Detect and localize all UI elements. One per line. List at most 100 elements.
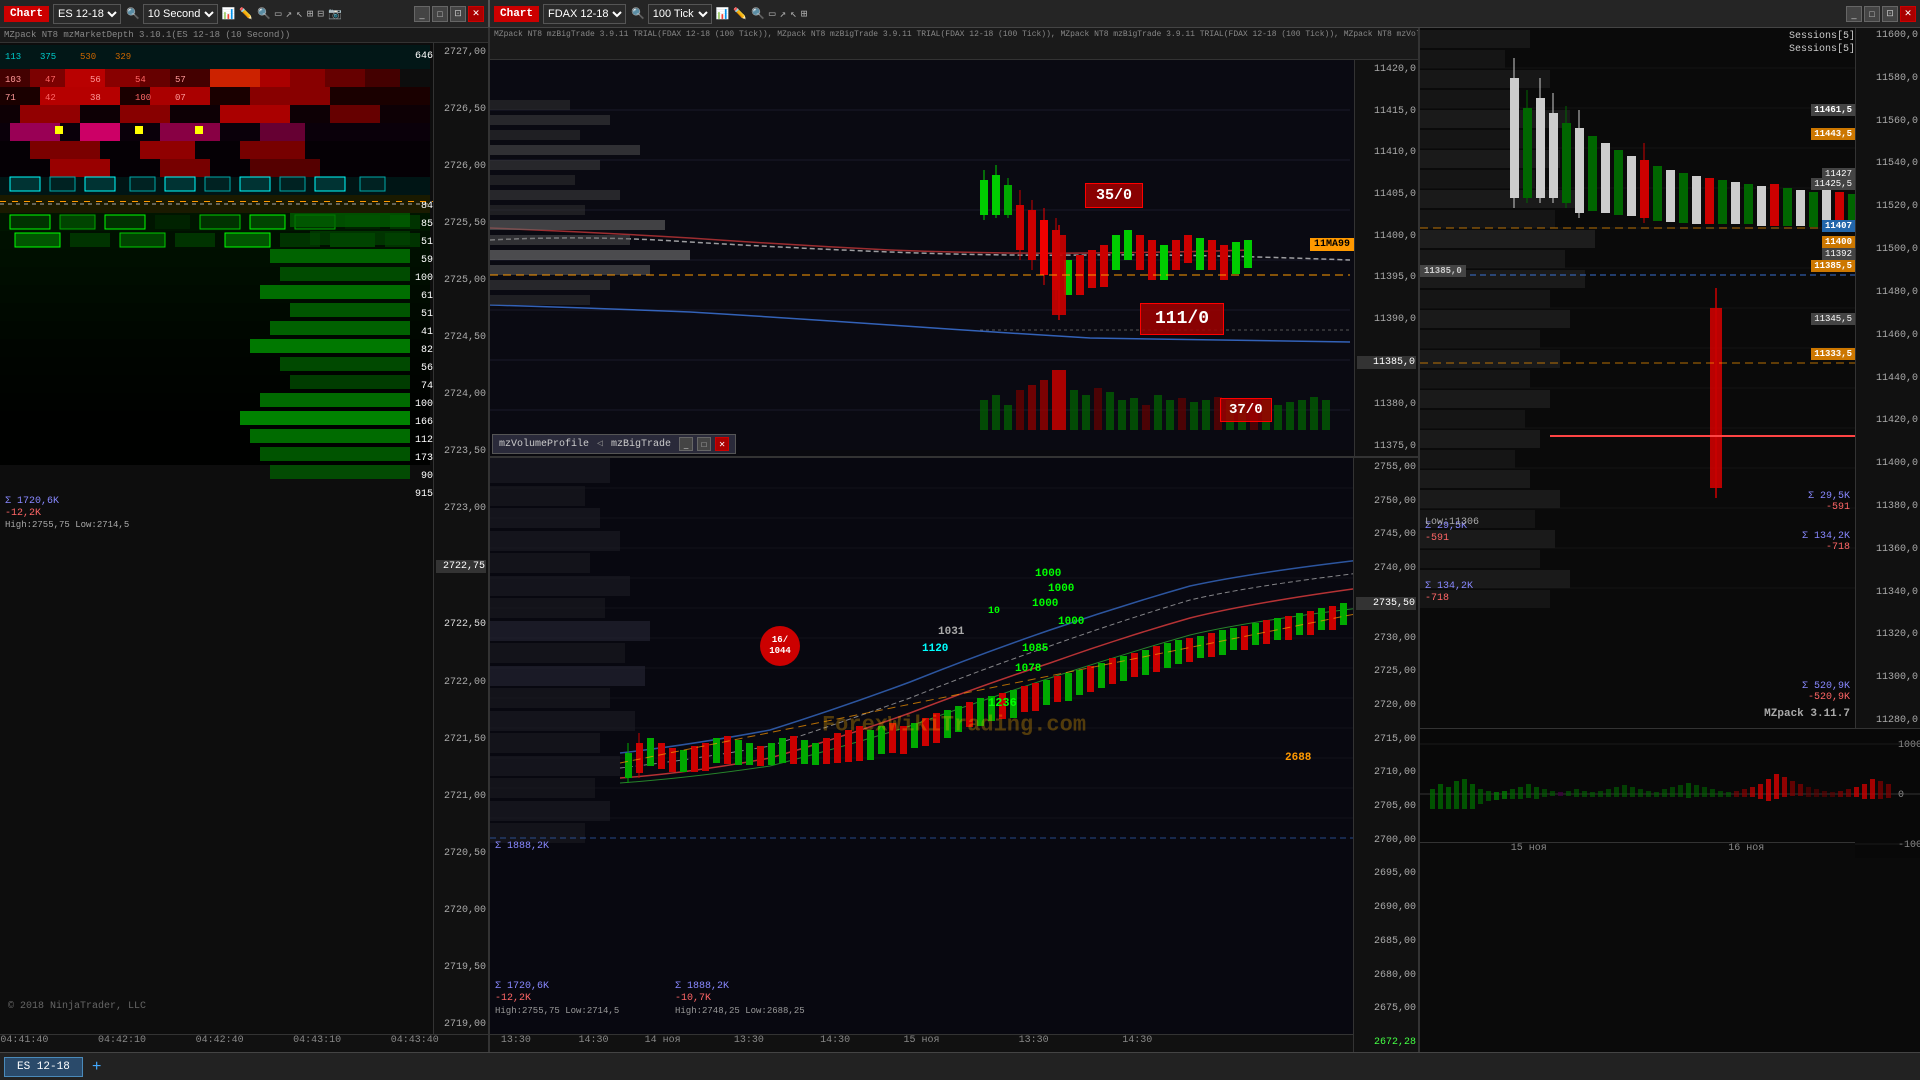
- price-2721-5: 2721,50: [436, 734, 486, 745]
- symbol-select-left[interactable]: ES 12-18: [53, 4, 121, 24]
- zoom-icon-right[interactable]: 🔍: [749, 7, 767, 21]
- sub-dialog: mzVolumeProfile ◁ mzBigTrade _ □ ✕: [492, 434, 736, 454]
- svg-text:Σ 1888,2K: Σ 1888,2K: [495, 841, 549, 852]
- bot-price-2690: 2690,00: [1356, 902, 1416, 913]
- svg-text:375: 375: [40, 52, 56, 62]
- time-2: 04:42:10: [98, 1035, 146, 1046]
- price-2726: 2726,50: [436, 104, 486, 115]
- maximize-btn-right[interactable]: ⊡: [1882, 6, 1898, 22]
- price-2723: 2723,00: [436, 503, 486, 514]
- overlay-111-0: 111/0: [1140, 303, 1224, 335]
- svg-text:-591: -591: [1425, 533, 1449, 544]
- bot-price-2672: 2672,28: [1356, 1037, 1416, 1048]
- svg-text:-12,2K: -12,2K: [5, 508, 41, 519]
- sigma-right2: Σ 134,2K-718: [1802, 531, 1850, 553]
- num-1078: 1078: [1015, 663, 1041, 675]
- search-icon-left[interactable]: 🔍: [123, 7, 143, 21]
- restore-btn-right[interactable]: □: [1864, 6, 1880, 22]
- middle-top-chart: MZpack NT8 mzBigTrade 3.9.11 TRIAL(FDAX …: [490, 28, 1418, 458]
- bottom-indicator: 1000 0 -1000 15 ноя 16 ноя: [1420, 728, 1920, 858]
- dialog-min-btn[interactable]: _: [679, 437, 693, 451]
- arrow-icon-left[interactable]: ↗: [283, 7, 294, 21]
- sigma-left1: Σ 1720,6K: [495, 981, 549, 992]
- maximize-btn-left[interactable]: ⊡: [450, 6, 466, 22]
- restore-btn-left[interactable]: □: [432, 6, 448, 22]
- template-icon-left[interactable]: ⊞: [305, 7, 316, 21]
- svg-text:Σ 134,2K: Σ 134,2K: [1425, 581, 1473, 592]
- hi-low1: High:2755,75 Low:2714,5: [495, 1006, 619, 1016]
- vol-bar-top: 646: [415, 51, 433, 62]
- num-1085: 1085: [1022, 643, 1048, 655]
- svg-text:High:2755,75 Low:2714,5: High:2755,75 Low:2714,5: [5, 520, 129, 530]
- close-btn-right[interactable]: ✕: [1900, 6, 1916, 22]
- svg-text:Σ 1720,6K: Σ 1720,6K: [5, 496, 59, 507]
- svg-text:103: 103: [5, 75, 21, 85]
- svg-text:57: 57: [175, 75, 186, 85]
- rect-icon-right[interactable]: ▭: [767, 7, 778, 21]
- time-1: 04:41:40: [0, 1035, 48, 1046]
- time-5: 04:43:40: [391, 1035, 439, 1046]
- bot-price-2725: 2725,00: [1356, 666, 1416, 677]
- timeframe-select-right[interactable]: 100 Tick: [648, 4, 712, 24]
- pencil-icon-left[interactable]: ✏️: [237, 7, 255, 21]
- sigma-right3: Σ 520,9K-520,9K: [1802, 681, 1850, 703]
- svg-text:-1000: -1000: [1898, 840, 1920, 851]
- dialog-close-btn[interactable]: ✕: [715, 437, 729, 451]
- svg-text:42: 42: [45, 93, 56, 103]
- orange-line-left: [0, 201, 433, 202]
- svg-text:1000: 1000: [1898, 740, 1920, 751]
- symbol-select-right[interactable]: FDAX 12-18: [543, 4, 626, 24]
- ptag-11443: 11443,5: [1811, 128, 1855, 140]
- rect-icon-left[interactable]: ▭: [273, 7, 284, 21]
- fdax-price-11405: 11405,0: [1357, 189, 1416, 200]
- num-1120: 1120: [922, 643, 948, 655]
- fdax-price-11380: 11380,0: [1357, 399, 1416, 410]
- price-2719: 2719,00: [436, 1019, 486, 1030]
- svg-text:38: 38: [90, 93, 101, 103]
- bot-price-2695: 2695,00: [1356, 868, 1416, 879]
- time-4: 04:43:10: [293, 1035, 341, 1046]
- cursor-icon-left[interactable]: ↖: [294, 7, 305, 21]
- bot-price-2730: 2730,00: [1356, 633, 1416, 644]
- search-icon-right[interactable]: 🔍: [628, 7, 648, 21]
- close-btn-left[interactable]: ✕: [468, 6, 484, 22]
- r-price-11460: 11460,0: [1858, 330, 1918, 341]
- middle-bottom-chart: ForexWikiTrading.com: [490, 458, 1418, 1052]
- zoom-icon-left[interactable]: 🔍: [255, 7, 273, 21]
- minimize-btn-right[interactable]: _: [1846, 6, 1862, 22]
- fdax-chart-title: MZpack NT8 mzBigTrade 3.9.11 TRIAL(FDAX …: [490, 28, 1418, 60]
- tab-es1218[interactable]: ES 12-18: [4, 1057, 83, 1077]
- timeframe-select-left[interactable]: 10 Second: [143, 4, 218, 24]
- num-1000-d: 1000: [1058, 616, 1084, 628]
- r-price-11340: 11340,0: [1858, 587, 1918, 598]
- num-1031: 1031: [938, 626, 964, 638]
- chart-type-icon-left[interactable]: 📊: [220, 7, 238, 21]
- left-panel: MZpack NT8 mzMarketDepth 3.10.1(ES 12-18…: [0, 28, 490, 1052]
- grid-icon-left[interactable]: ⊟: [315, 7, 326, 21]
- num-1000-a: 1000: [1035, 568, 1061, 580]
- svg-text:113: 113: [5, 52, 21, 62]
- overlay-35-0: 35/0: [1085, 183, 1143, 208]
- price-2724: 2724,00: [436, 389, 486, 400]
- cam-icon-left[interactable]: 📷: [326, 7, 344, 21]
- chart-type-icon-right[interactable]: 📊: [714, 7, 732, 21]
- minimize-btn-left[interactable]: _: [414, 6, 430, 22]
- bottom-tabs: ES 12-18 +: [0, 1052, 1920, 1080]
- price-2726-0: 2726,00: [436, 161, 486, 172]
- ptag-11385: 11385,5: [1811, 260, 1855, 272]
- num-1000-b: 1000: [1048, 583, 1074, 595]
- r-price-11540: 11540,0: [1858, 158, 1918, 169]
- left-chart-title: MZpack NT8 mzMarketDepth 3.10.1(ES 12-18…: [0, 28, 488, 43]
- template-icon-right[interactable]: ⊞: [799, 7, 810, 21]
- cursor-icon-right[interactable]: ↖: [788, 7, 799, 21]
- arrow-icon-right[interactable]: ↗: [777, 7, 788, 21]
- dialog-restore-btn[interactable]: □: [697, 437, 711, 451]
- session-main-chart: Σ 29,5K -591 Σ 134,2K -718 11600,0 11580…: [1420, 28, 1920, 728]
- bot-price-2720: 2720,00: [1356, 700, 1416, 711]
- tab-add-btn[interactable]: +: [86, 1059, 108, 1075]
- num-10-e: 10: [988, 606, 1000, 617]
- r-price-11280: 11280,0: [1858, 715, 1918, 726]
- ptag-11407: 11407: [1822, 220, 1855, 232]
- svg-text:07: 07: [175, 93, 186, 103]
- pencil-icon-right[interactable]: ✏️: [731, 7, 749, 21]
